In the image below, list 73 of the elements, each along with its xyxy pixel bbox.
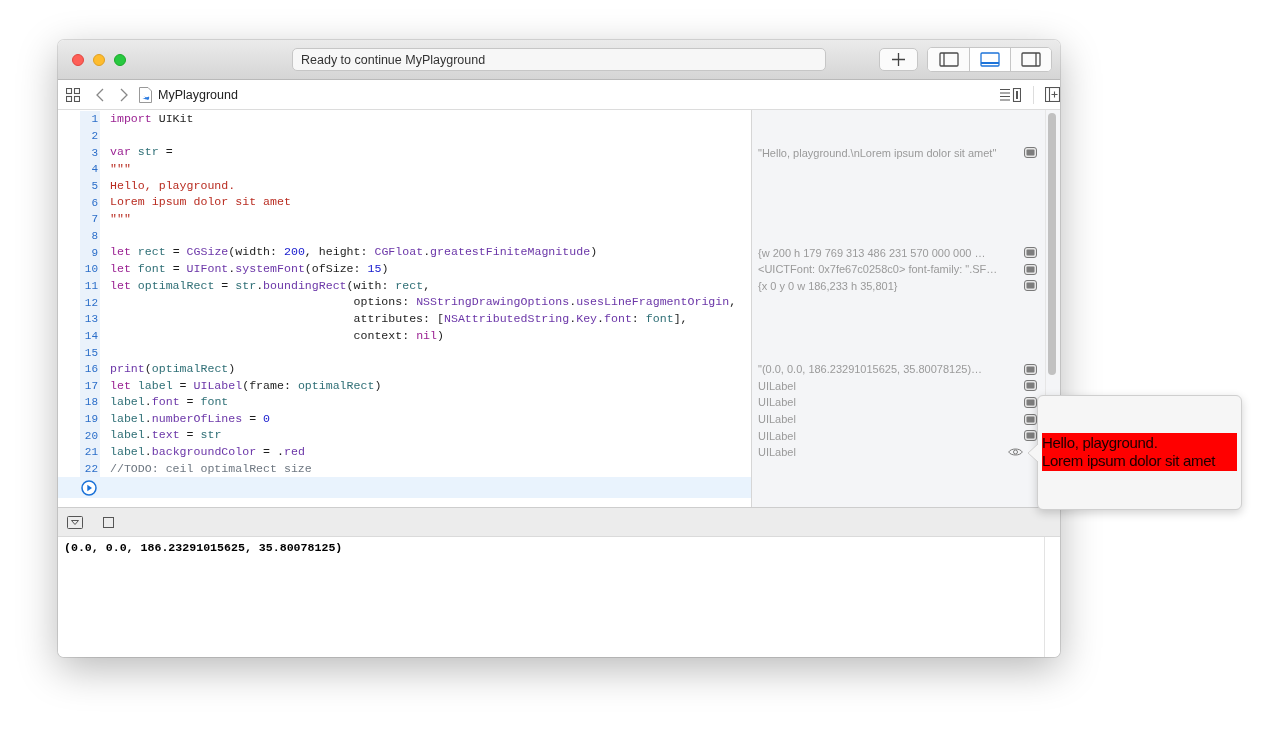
quick-look-icon[interactable] [1024, 247, 1037, 259]
result-value: UILabel [758, 446, 796, 459]
result-value: UILabel [758, 379, 796, 392]
swift-file-icon [139, 86, 152, 103]
list-lines-icon[interactable] [1000, 87, 1021, 102]
panel-toggle-button[interactable] [1010, 48, 1051, 71]
code-line: Hello, playground. [110, 177, 236, 194]
preview-label-text: Hello, playground. [1042, 434, 1159, 452]
console-output: (0.0, 0.0, 186.23291015625, 35.80078125) [64, 541, 343, 554]
quick-look-icon[interactable] [1024, 397, 1037, 408]
eye-icon[interactable] [1008, 447, 1023, 458]
line-number: 3 [80, 144, 100, 161]
code-line: print(optimalRect) [110, 360, 236, 377]
line-number: 20 [80, 427, 100, 445]
code-line: options: NSStringDrawingOptions.usesLineFragmentOrigin, [352, 294, 737, 311]
result-value: "(0.0, 0.0, 186.23291015625, 35.80078125)… [758, 363, 983, 376]
code-line: import UIKit [110, 111, 194, 127]
code-line: label.numberOfLines = 0 [110, 410, 271, 427]
popover-arrow [1027, 444, 1038, 462]
result-value: UILabel [758, 429, 796, 442]
line-number: 15 [80, 344, 100, 361]
quick-look-icon[interactable] [1024, 147, 1037, 159]
sidebar-left-icon [938, 52, 959, 67]
line-number: 9 [80, 244, 100, 261]
code-line: let font = UIFont.systemFont(ofSize: 15) [110, 260, 389, 277]
forward-chevron-icon[interactable] [120, 87, 128, 102]
result-value: {w 200 h 179 769 313 486 231 570 000 000 … [758, 246, 986, 259]
code-line: let optimalRect = str.boundingRect(with: rect, [110, 277, 431, 294]
quick-look-icon[interactable] [1024, 430, 1037, 442]
code-line: label.backgroundColor = .red [110, 444, 305, 461]
code-line: Lorem ipsum dolor sit amet [110, 194, 291, 211]
hide-console-icon[interactable] [67, 515, 83, 529]
scrollbar-thumb[interactable] [1048, 113, 1056, 375]
quick-look-icon[interactable] [1024, 380, 1037, 392]
result-value: "Hello, playground.\nLorem ipsum dolor sit amet" [758, 146, 997, 159]
code-line: //TODO: ceil optimalRect size [110, 460, 312, 477]
quick-look-icon[interactable] [1024, 280, 1037, 292]
file-name[interactable]: MyPlayground [158, 87, 238, 102]
code-line: label.font = font [110, 394, 229, 411]
panel-bottom-icon [980, 52, 1000, 67]
add-button[interactable] [879, 48, 918, 71]
preview-label-text: Lorem ipsum dolor sit amet [1042, 452, 1217, 470]
result-value: {x 0 y 0 w 186,233 h 35,801} [758, 279, 898, 292]
run-button-icon[interactable] [81, 479, 97, 496]
quick-look-icon[interactable] [1024, 363, 1037, 375]
zoom-button[interactable] [114, 53, 126, 66]
back-chevron-icon[interactable] [96, 87, 104, 102]
code-line: let rect = CGSize(width: 200, height: CGFloat.greatestFiniteMagnitude) [110, 244, 598, 261]
code-line: var str = [110, 144, 173, 161]
line-number: 21 [80, 444, 100, 461]
sidebar-right-icon [1021, 52, 1041, 67]
grid-icon[interactable] [66, 87, 80, 102]
quick-look-icon[interactable] [1024, 413, 1037, 425]
line-number: 6 [80, 194, 100, 211]
code-line: """ [110, 210, 131, 227]
close-button[interactable] [72, 53, 84, 66]
line-number: 18 [80, 394, 100, 411]
quick-look-icon[interactable] [1024, 263, 1037, 275]
code-line: context: nil) [352, 327, 444, 344]
code-line: label.text = str [110, 427, 222, 444]
panel-toggle-button[interactable] [969, 48, 1010, 71]
result-value: UILabel [758, 413, 796, 426]
line-number: 1 [80, 111, 100, 128]
square-icon[interactable] [103, 516, 114, 528]
plus-icon [892, 53, 905, 66]
activity-status-field: Ready to continue MyPlayground [292, 48, 826, 71]
line-number: 12 [80, 294, 100, 311]
code-line: let label = UILabel(frame: optimalRect) [110, 377, 382, 394]
result-value: UILabel [758, 396, 796, 409]
result-value: <UICTFont: 0x7fe67c0258c0> font-family: ".SF… [758, 263, 998, 276]
code-line: """ [110, 160, 131, 177]
add-panel-icon[interactable] [1045, 87, 1060, 102]
code-line: attributes: [NSAttributedString.Key.font: font], [352, 310, 688, 327]
